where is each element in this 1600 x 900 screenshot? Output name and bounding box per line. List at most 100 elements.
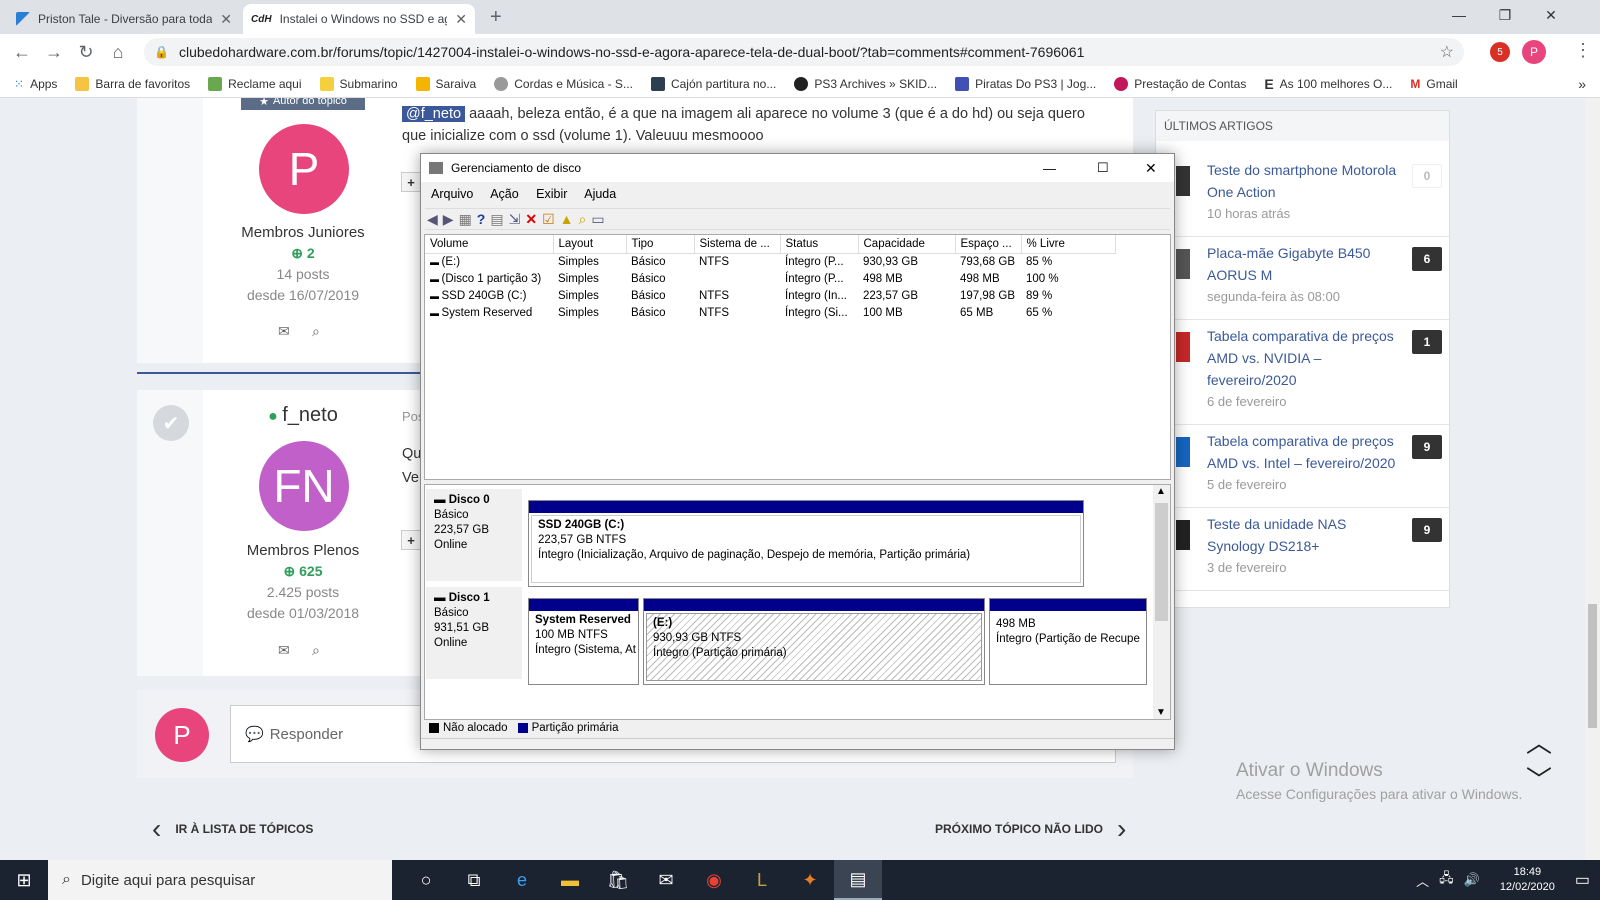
scroll-down-icon[interactable]: ▼ xyxy=(1156,707,1166,718)
article-title[interactable]: AMD vs. NVIDIA – xyxy=(1207,350,1321,366)
new-tab-button[interactable]: + xyxy=(490,6,502,29)
page-scrollbar[interactable] xyxy=(1585,98,1600,860)
network-icon[interactable]: 🖧 xyxy=(1439,869,1454,891)
avatar[interactable]: P xyxy=(259,124,349,214)
bookmark-item[interactable]: E As 100 melhores O... xyxy=(1255,76,1401,92)
back-arrow-icon[interactable]: ← xyxy=(6,36,38,68)
table-row[interactable]: ▬ (Disco 1 partição 3) Simples Básico Ínteg… xyxy=(425,270,1115,287)
chrome-icon[interactable]: ◉ xyxy=(690,860,738,900)
profile-avatar[interactable]: P xyxy=(1522,40,1546,64)
disk-management-task-icon[interactable]: ▤ xyxy=(834,860,882,900)
delete-icon[interactable]: ✕ xyxy=(525,211,537,228)
scroll-down-icon[interactable]: ﹀ xyxy=(1526,760,1552,797)
restore-icon[interactable]: ❐ xyxy=(1482,0,1528,30)
article-title[interactable]: One Action xyxy=(1207,184,1276,200)
console-tree-icon[interactable]: ▦ xyxy=(459,211,472,228)
search-icon[interactable]: ⌕ xyxy=(312,642,320,659)
search-icon[interactable]: ⌕ xyxy=(312,323,320,340)
comment-count-badge[interactable]: 6 xyxy=(1412,247,1442,271)
username[interactable]: ● f_neto xyxy=(203,404,403,427)
column-header[interactable]: Capacidade xyxy=(858,235,956,254)
comment-count-badge[interactable]: 9 xyxy=(1412,518,1442,542)
notifications-icon[interactable]: ▭ xyxy=(1575,870,1590,890)
partition-system-reserved[interactable]: System Reserved 100 MB NTFS Íntegro (Sis… xyxy=(528,598,639,685)
checklist-icon[interactable]: ☑ xyxy=(542,211,555,228)
scroll-up-icon[interactable]: ▲ xyxy=(1156,486,1166,497)
more-bookmarks-icon[interactable]: » xyxy=(1578,76,1586,92)
quote-button[interactable]: + xyxy=(401,172,421,192)
back-to-topics-link[interactable]: ‹ IR À LISTA DE TÓPICOS xyxy=(152,813,313,845)
folder-up-icon[interactable]: ▲ xyxy=(560,211,574,227)
home-icon[interactable]: ⌂ xyxy=(102,36,134,68)
article-title[interactable]: AORUS M xyxy=(1207,267,1272,283)
store-icon[interactable]: 🛍 xyxy=(594,860,642,900)
column-header[interactable]: Espaço ... xyxy=(955,235,1022,254)
column-header[interactable]: Volume xyxy=(425,235,554,254)
table-row[interactable]: ▬ (E:) Simples Básico NTFS Íntegro (P... 930,… xyxy=(425,253,1115,270)
mail-icon[interactable]: ✉ xyxy=(642,860,690,900)
article-title[interactable]: AMD vs. Intel – fevereiro/2020 xyxy=(1207,455,1395,471)
bookmark-item[interactable]: Saraiva xyxy=(407,76,486,91)
article-title[interactable]: Synology DS218+ xyxy=(1207,538,1319,554)
scroll-up-icon[interactable]: ︿ xyxy=(1526,723,1552,760)
reload-icon[interactable]: ↻ xyxy=(70,36,102,68)
league-icon[interactable]: L xyxy=(738,860,786,900)
close-tab-icon[interactable]: ✕ xyxy=(220,11,232,28)
game-icon[interactable]: ✦ xyxy=(786,860,834,900)
comment-count-badge[interactable]: 1 xyxy=(1412,330,1442,354)
forward-arrow-icon[interactable]: → xyxy=(38,36,70,68)
minimize-icon[interactable]: — xyxy=(1436,0,1482,30)
article-title[interactable]: Teste da unidade NAS xyxy=(1207,516,1346,532)
bookmark-item[interactable]: Submarino xyxy=(311,76,407,91)
task-view-icon[interactable]: ⧉ xyxy=(450,860,498,900)
dm-close-icon[interactable]: ✕ xyxy=(1145,160,1157,177)
dm-minimize-icon[interactable]: — xyxy=(1043,161,1056,176)
extension-icon[interactable]: 5 xyxy=(1490,42,1510,62)
tab-clubedohardware[interactable]: CdH Instalei o Windows no SSD e agora ✕ xyxy=(243,4,475,34)
table-row[interactable]: ▬ SSD 240GB (C:) Simples Básico NTFS Íntegro… xyxy=(425,287,1115,304)
bookmark-item[interactable]: Piratas Do PS3 | Jog... xyxy=(946,76,1105,91)
scrollbar-thumb[interactable] xyxy=(1155,503,1168,621)
menu-acao[interactable]: Ação xyxy=(490,187,519,201)
next-topic-link[interactable]: PRÓXIMO TÓPICO NÃO LIDO › xyxy=(935,813,1126,845)
graphical-scrollbar[interactable]: ▲ ▼ xyxy=(1153,485,1170,719)
mention-link[interactable]: @f_neto xyxy=(402,106,466,122)
envelope-icon[interactable]: ✉ xyxy=(278,642,290,659)
close-window-icon[interactable]: ✕ xyxy=(1528,0,1574,30)
column-header[interactable]: Layout xyxy=(553,235,627,254)
back-arrow-icon[interactable]: ◀ xyxy=(427,211,438,228)
clock[interactable]: 18:49 12/02/2020 xyxy=(1500,865,1555,895)
file-explorer-icon[interactable]: ▬ xyxy=(546,860,594,900)
bookmark-item[interactable]: Reclame aqui xyxy=(199,76,310,91)
check-icon[interactable]: ✔ xyxy=(153,405,189,441)
column-header[interactable]: Status xyxy=(780,235,859,254)
envelope-icon[interactable]: ✉ xyxy=(278,323,290,340)
article-title[interactable]: Tabela comparativa de preços xyxy=(1207,328,1394,344)
article-title[interactable]: Tabela comparativa de preços xyxy=(1207,433,1394,449)
bookmark-gmail[interactable]: M Gmail xyxy=(1401,77,1466,91)
connect-icon[interactable]: ⇲ xyxy=(509,211,521,228)
forward-arrow-icon[interactable]: ▶ xyxy=(443,211,454,228)
comment-count-badge[interactable]: 0 xyxy=(1412,164,1442,188)
bookmark-item[interactable]: PS3 Archives » SKID... xyxy=(785,76,946,91)
taskbar-search[interactable]: ⌕ Digite aqui para pesquisar xyxy=(48,860,392,900)
comment-count-badge[interactable]: 9 xyxy=(1412,435,1442,459)
disk0-label[interactable]: ▬ Disco 0 Básico 223,57 GB Online xyxy=(426,489,522,581)
partition-c[interactable]: SSD 240GB (C:) 223,57 GB NTFS Íntegro (I… xyxy=(528,500,1084,587)
tray-chevron-up-icon[interactable]: ︿ xyxy=(1416,871,1429,890)
close-tab-icon[interactable]: ✕ xyxy=(455,11,467,28)
tab-priston[interactable]: Priston Tale - Diversão para toda ✕ xyxy=(8,4,240,34)
menu-kebab-icon[interactable]: ⋮ xyxy=(1574,40,1592,61)
address-bar[interactable]: 🔒 clubedohardware.com.br/forums/topic/14… xyxy=(144,38,1464,66)
article-title[interactable]: fevereiro/2020 xyxy=(1207,372,1297,388)
list-view-icon[interactable]: ▭ xyxy=(591,211,604,228)
partition-e[interactable]: (E:) 930,93 GB NTFS Íntegro (Partição pr… xyxy=(643,598,985,685)
menu-ajuda[interactable]: Ajuda xyxy=(584,187,616,201)
quote-button[interactable]: + xyxy=(401,530,421,550)
avatar[interactable]: FN xyxy=(259,441,349,531)
menu-exibir[interactable]: Exibir xyxy=(536,187,567,201)
help-icon[interactable]: ? xyxy=(477,211,486,227)
bookmark-item[interactable]: Prestação de Contas xyxy=(1105,76,1255,91)
column-header[interactable]: % Livre xyxy=(1021,235,1116,254)
dm-maximize-icon[interactable]: ☐ xyxy=(1097,160,1109,176)
